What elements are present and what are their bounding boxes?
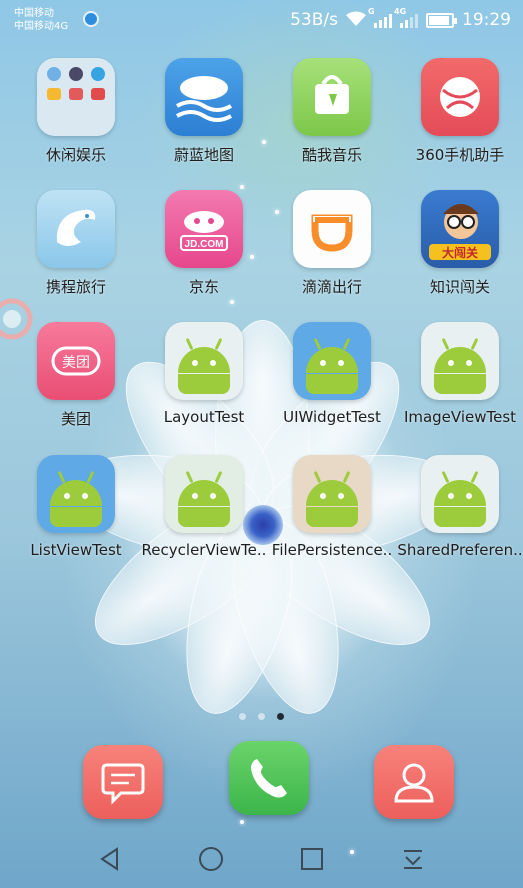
signal-type-1: G: [368, 7, 375, 16]
app-label: 知识闯关: [429, 278, 490, 296]
notification-pulldown-button[interactable]: [393, 839, 433, 879]
app-label: ImageViewTest: [403, 408, 517, 426]
app-layout-test[interactable]: LayoutTest: [139, 322, 269, 426]
app-label: ListViewTest: [30, 541, 122, 559]
battery-icon: [426, 12, 457, 28]
kuwo-music-icon: [293, 58, 371, 136]
app-label: 携程旅行: [45, 278, 106, 296]
app-label: 滴滴出行: [301, 278, 362, 296]
android-icon: [293, 455, 371, 533]
blue-map-icon: [165, 58, 243, 136]
ctrip-dolphin-icon: [37, 190, 115, 268]
wifi-icon: [346, 11, 366, 30]
app-uiwidget-test[interactable]: UIWidgetTest: [267, 322, 397, 426]
app-label: FilePersistence..: [271, 541, 393, 559]
app-folder-leisure[interactable]: 休闲娱乐: [11, 58, 141, 165]
recents-button[interactable]: [292, 839, 332, 879]
page-indicator[interactable]: [0, 713, 523, 720]
meituan-icon-text: 美团: [62, 355, 90, 371]
folder-icon: [37, 58, 115, 136]
network-speed: 53B/s: [290, 10, 338, 30]
app-recyclerview-test[interactable]: RecyclerViewTe..: [139, 455, 269, 559]
signal-type-2: 4G: [394, 7, 407, 16]
android-icon: [165, 455, 243, 533]
status-bar: 中国移动 中国移动4G 53B/s G 4G 19:29: [0, 0, 523, 44]
app-label: RecyclerViewTe..: [141, 541, 267, 559]
android-icon: [293, 322, 371, 400]
app-jd[interactable]: JD.COM 京东: [139, 190, 269, 297]
app-label: 蔚蓝地图: [173, 146, 234, 164]
app-blue-map[interactable]: 蔚蓝地图: [139, 58, 269, 165]
app-label: SharedPreferen..: [397, 541, 523, 559]
notification-pulldown-icon: [403, 850, 422, 869]
app-label: 京东: [188, 278, 219, 296]
app-360-assistant[interactable]: 360手机助手: [395, 58, 523, 165]
android-icon: [421, 455, 499, 533]
360-assistant-icon: [421, 58, 499, 136]
app-quiz-game[interactable]: 大闯关 知识闯关: [395, 190, 523, 297]
phone-icon: [251, 759, 287, 798]
contacts-icon: [394, 763, 434, 803]
jd-icon: JD.COM: [165, 190, 243, 268]
app-kuwo-music[interactable]: 酷我音乐: [267, 58, 397, 165]
clock: 19:29: [462, 10, 511, 30]
recents-icon: [300, 848, 323, 870]
messages-icon: [101, 763, 145, 805]
dock-messages[interactable]: [83, 745, 163, 819]
dock-phone[interactable]: [229, 741, 309, 815]
page-dot[interactable]: [258, 713, 265, 720]
hd-call-icon: [83, 11, 99, 27]
home-button[interactable]: [191, 839, 231, 879]
back-button[interactable]: [90, 839, 130, 879]
signal-icon-sim1: G: [368, 7, 392, 28]
jd-icon-text: JD.COM: [185, 239, 224, 250]
carrier-line-1: 中国移动: [14, 8, 54, 19]
signal-icon-sim2: 4G: [394, 7, 418, 28]
app-sharedpreferences-test[interactable]: SharedPreferen..: [395, 455, 523, 559]
app-label: 休闲娱乐: [45, 146, 106, 164]
app-label: 酷我音乐: [301, 146, 362, 164]
app-label: UIWidgetTest: [283, 408, 381, 426]
app-label: LayoutTest: [163, 408, 245, 426]
android-icon: [37, 455, 115, 533]
home-icon: [199, 847, 224, 871]
app-didi[interactable]: 滴滴出行: [267, 190, 397, 297]
android-icon: [421, 322, 499, 400]
back-icon: [100, 847, 119, 871]
android-icon: [165, 322, 243, 400]
quiz-icon-text: 大闯关: [442, 245, 478, 260]
carrier-info: 中国移动 中国移动4G: [14, 7, 68, 33]
app-ctrip[interactable]: 携程旅行: [11, 190, 141, 297]
navigation-bar: [0, 830, 523, 888]
quiz-game-icon: 大闯关: [421, 190, 499, 268]
didi-icon: [293, 190, 371, 268]
page-dot[interactable]: [239, 713, 246, 720]
app-filepersistence-test[interactable]: FilePersistence..: [267, 455, 397, 559]
page-dot-active[interactable]: [277, 713, 284, 720]
app-listview-test[interactable]: ListViewTest: [11, 455, 141, 559]
app-imageview-test[interactable]: ImageViewTest: [395, 322, 523, 426]
meituan-icon: 美团: [37, 322, 115, 400]
app-meituan[interactable]: 美团 美团: [11, 322, 141, 429]
app-label: 美团: [60, 410, 91, 428]
app-label: 360手机助手: [415, 146, 505, 164]
carrier-line-2: 中国移动4G: [14, 21, 69, 32]
dock-contacts[interactable]: [374, 745, 454, 819]
